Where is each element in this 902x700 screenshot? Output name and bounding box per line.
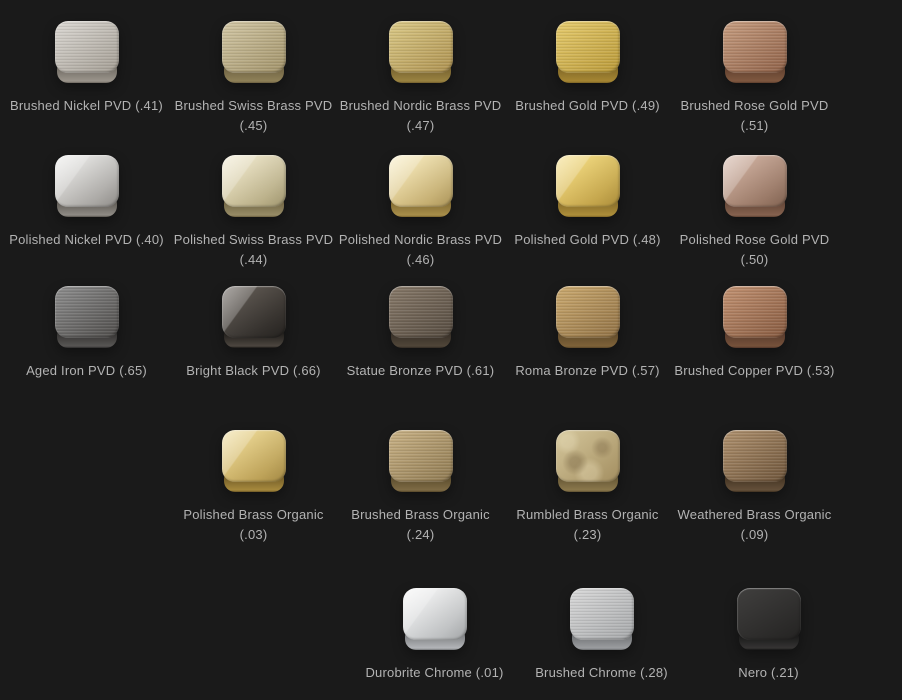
finish-option[interactable]: Brushed Swiss Brass PVD (.45)	[170, 21, 337, 135]
finish-swatch-face	[723, 430, 787, 482]
finish-label: Durobrite Chrome (.01)	[365, 663, 503, 683]
finish-swatch[interactable]	[55, 155, 119, 217]
finish-option[interactable]: Polished Gold PVD (.48)	[504, 155, 671, 269]
finish-label: Brushed Swiss Brass PVD (.45)	[175, 96, 333, 135]
finish-swatch-face	[389, 286, 453, 338]
finish-swatch-face	[556, 155, 620, 207]
finish-swatch-face	[389, 155, 453, 207]
finish-swatch[interactable]	[222, 286, 286, 348]
finish-swatch-face	[556, 21, 620, 73]
finish-swatch[interactable]	[389, 430, 453, 492]
finish-label: Bright Black PVD (.66)	[186, 361, 320, 381]
finish-swatch[interactable]	[389, 21, 453, 83]
finish-label: Nero (.21)	[738, 663, 799, 683]
finish-swatch-face	[55, 155, 119, 207]
finish-swatch[interactable]	[570, 588, 634, 650]
finish-option[interactable]: Brushed Nordic Brass PVD (.47)	[337, 21, 504, 135]
finish-label: Brushed Nordic Brass PVD (.47)	[340, 96, 502, 135]
finish-label: Statue Bronze PVD (.61)	[347, 361, 495, 381]
finish-swatch-face	[389, 430, 453, 482]
finish-option[interactable]: Brushed Chrome (.28)	[518, 588, 685, 683]
finish-swatch-face	[556, 286, 620, 338]
finish-grid: Brushed Nickel PVD (.41) Brushed Swiss B…	[0, 0, 902, 700]
finish-option[interactable]: Polished Brass Organic (.03)	[170, 430, 337, 544]
finish-swatch[interactable]	[389, 286, 453, 348]
finish-option[interactable]: Weathered Brass Organic (.09)	[671, 430, 838, 544]
finish-swatch[interactable]	[723, 21, 787, 83]
finish-option[interactable]: Bright Black PVD (.66)	[170, 286, 337, 381]
finish-label: Polished Rose Gold PVD (.50)	[672, 230, 837, 269]
finish-swatch[interactable]	[55, 286, 119, 348]
finish-swatch[interactable]	[556, 155, 620, 217]
finish-label: Polished Nickel PVD (.40)	[9, 230, 164, 250]
finish-label: Brushed Brass Organic (.24)	[338, 505, 503, 544]
finish-option[interactable]: Rumbled Brass Organic (.23)	[504, 430, 671, 544]
finish-swatch[interactable]	[55, 21, 119, 83]
finish-row: Durobrite Chrome (.01) Brushed Chrome (.…	[351, 588, 852, 683]
finish-swatch[interactable]	[723, 286, 787, 348]
finish-option[interactable]: Polished Nickel PVD (.40)	[3, 155, 170, 269]
finish-label: Aged Iron PVD (.65)	[26, 361, 147, 381]
finish-row: Polished Nickel PVD (.40) Polished Swiss…	[3, 155, 838, 269]
finish-swatch[interactable]	[222, 430, 286, 492]
finish-swatch[interactable]	[737, 588, 801, 650]
finish-option[interactable]: Brushed Copper PVD (.53)	[671, 286, 838, 381]
finish-swatch-face	[222, 21, 286, 73]
finish-swatch-face	[723, 155, 787, 207]
finish-swatch[interactable]	[222, 21, 286, 83]
finish-swatch[interactable]	[556, 21, 620, 83]
finish-swatch[interactable]	[389, 155, 453, 217]
finish-label: Roma Bronze PVD (.57)	[515, 361, 659, 381]
finish-label: Brushed Copper PVD (.53)	[674, 361, 834, 381]
finish-label: Brushed Nickel PVD (.41)	[10, 96, 163, 116]
finish-label: Rumbled Brass Organic (.23)	[505, 505, 670, 544]
finish-swatch-face	[403, 588, 467, 640]
finish-option[interactable]: Polished Nordic Brass PVD (.46)	[337, 155, 504, 269]
finish-swatch[interactable]	[556, 286, 620, 348]
finish-label: Brushed Gold PVD (.49)	[515, 96, 660, 116]
finish-label: Weathered Brass Organic (.09)	[678, 505, 832, 544]
finish-swatch[interactable]	[723, 155, 787, 217]
finish-swatch-face	[737, 588, 801, 640]
finish-option[interactable]: Roma Bronze PVD (.57)	[504, 286, 671, 381]
finish-swatch-face	[222, 155, 286, 207]
finish-row: Polished Brass Organic (.03) Brushed Bra…	[170, 430, 838, 544]
finish-swatch-face	[723, 21, 787, 73]
finish-swatch-face	[222, 286, 286, 338]
finish-swatch[interactable]	[222, 155, 286, 217]
finish-row: Aged Iron PVD (.65) Bright Black PVD (.6…	[3, 286, 838, 381]
finish-swatch-face	[723, 286, 787, 338]
finish-label: Polished Swiss Brass PVD (.44)	[174, 230, 333, 269]
finish-swatch[interactable]	[403, 588, 467, 650]
finish-option[interactable]: Statue Bronze PVD (.61)	[337, 286, 504, 381]
finish-option[interactable]: Durobrite Chrome (.01)	[351, 588, 518, 683]
finish-swatch-face	[55, 286, 119, 338]
finish-label: Polished Nordic Brass PVD (.46)	[339, 230, 502, 269]
finish-swatch-face	[556, 430, 620, 482]
finish-label: Polished Gold PVD (.48)	[514, 230, 660, 250]
finish-option[interactable]: Brushed Rose Gold PVD (.51)	[671, 21, 838, 135]
finish-option[interactable]: Nero (.21)	[685, 588, 852, 683]
finish-option[interactable]: Brushed Brass Organic (.24)	[337, 430, 504, 544]
finish-option[interactable]: Polished Rose Gold PVD (.50)	[671, 155, 838, 269]
finish-row: Brushed Nickel PVD (.41) Brushed Swiss B…	[3, 21, 838, 135]
finish-swatch-face	[55, 21, 119, 73]
finish-swatch[interactable]	[723, 430, 787, 492]
finish-label: Brushed Rose Gold PVD (.51)	[672, 96, 837, 135]
finish-swatch-face	[222, 430, 286, 482]
finish-option[interactable]: Brushed Gold PVD (.49)	[504, 21, 671, 135]
finish-swatch[interactable]	[556, 430, 620, 492]
finish-option[interactable]: Brushed Nickel PVD (.41)	[3, 21, 170, 135]
finish-label: Polished Brass Organic (.03)	[171, 505, 336, 544]
finish-swatch-face	[389, 21, 453, 73]
finish-option[interactable]: Polished Swiss Brass PVD (.44)	[170, 155, 337, 269]
finish-option[interactable]: Aged Iron PVD (.65)	[3, 286, 170, 381]
finish-label: Brushed Chrome (.28)	[535, 663, 668, 683]
finish-swatch-face	[570, 588, 634, 640]
